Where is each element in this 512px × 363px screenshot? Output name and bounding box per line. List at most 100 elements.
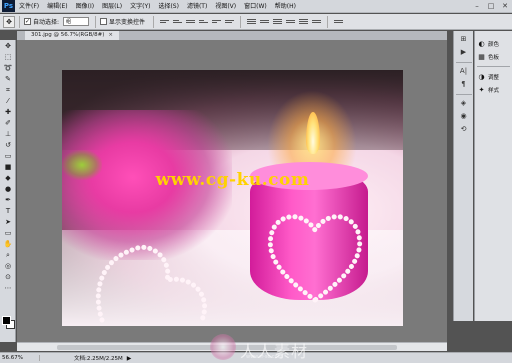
eraser-tool-icon[interactable]: ▭	[1, 151, 15, 161]
divider	[455, 94, 472, 95]
minimize-button[interactable]: –	[470, 0, 484, 12]
menu-image[interactable]: 图像(I)	[72, 0, 98, 13]
menu-help[interactable]: 帮助(H)	[271, 0, 300, 13]
blur-tool-icon[interactable]: ◆	[1, 173, 15, 183]
canvas-area: www.cg-ku.com	[17, 40, 447, 342]
paragraph-icon[interactable]: ¶	[457, 79, 471, 89]
styles-icon: ✦	[478, 85, 485, 94]
foreground-color-swatch[interactable]	[2, 316, 11, 325]
menu-select[interactable]: 选择(S)	[154, 0, 183, 13]
distribute-bottom-icon[interactable]	[273, 17, 283, 26]
align-vcenter-icon[interactable]	[173, 17, 183, 26]
character-icon[interactable]: A|	[457, 66, 471, 76]
divider	[95, 15, 97, 28]
align-hcenter-icon[interactable]	[212, 17, 222, 26]
panel-color[interactable]: ◐ 颜色	[475, 37, 512, 50]
photoshop-logo: Ps	[2, 0, 15, 12]
paths-icon[interactable]: ⟲	[457, 124, 471, 134]
menu-view[interactable]: 视图(V)	[211, 0, 240, 13]
panel-adjustments-label: 调整	[488, 74, 500, 81]
document-tab[interactable]: 301.jpg @ 56.7%(RGB/8#) ×	[25, 31, 119, 40]
align-left-icon[interactable]	[199, 17, 209, 26]
zoom-level[interactable]: 56.67%	[0, 355, 40, 361]
divider	[153, 15, 155, 28]
divider	[477, 66, 510, 67]
document-tab-bar: 301.jpg @ 56.7%(RGB/8#) ×	[17, 31, 447, 40]
healing-brush-icon[interactable]: ✚	[1, 107, 15, 117]
distribute-left-icon[interactable]	[286, 17, 296, 26]
menu-window[interactable]: 窗口(W)	[240, 0, 271, 13]
pen-tool-icon[interactable]: ✒	[1, 195, 15, 205]
3d-orbit-icon[interactable]: ⊙	[1, 272, 15, 282]
move-icon[interactable]: ✥	[3, 15, 15, 28]
site-watermark-url: www.rr-sc.com	[246, 354, 283, 360]
options-bar: ✥ ✓ 自动选择: 组 显示变换控件	[0, 14, 512, 30]
menu-filter[interactable]: 滤镜(T)	[183, 0, 211, 13]
close-icon[interactable]: ×	[108, 32, 113, 38]
brush-tool-icon[interactable]: ✐	[1, 118, 15, 128]
more-tools-icon[interactable]: ⋯	[1, 283, 15, 293]
path-select-icon[interactable]: ➤	[1, 217, 15, 227]
clone-stamp-icon[interactable]: ⊥	[1, 129, 15, 139]
auto-select-checkbox[interactable]: ✓	[24, 18, 31, 25]
menu-edit[interactable]: 编辑(E)	[43, 0, 71, 13]
panel-adjustments[interactable]: ◑ 调整	[475, 70, 512, 83]
actions-icon[interactable]: ▶	[457, 47, 471, 57]
document-image[interactable]: www.cg-ku.com	[62, 70, 403, 326]
menu-file[interactable]: 文件(F)	[15, 0, 43, 13]
divider	[240, 15, 242, 28]
panel-color-label: 颜色	[488, 41, 500, 48]
zoom-tool-icon[interactable]: ⌕	[1, 250, 15, 260]
panel-swatches-label: 色板	[488, 54, 500, 61]
menu-layer[interactable]: 图层(L)	[98, 0, 126, 13]
divider	[455, 62, 472, 63]
swatches-icon: ▦	[478, 52, 485, 61]
crop-tool-icon[interactable]: ⌗	[1, 85, 15, 95]
shape-tool-icon[interactable]: ▭	[1, 228, 15, 238]
show-transform-label: 显示变换控件	[109, 19, 146, 26]
quick-select-tool-icon[interactable]: ✎	[1, 74, 15, 84]
distribute-right-icon[interactable]	[312, 17, 322, 26]
adjustments-icon: ◑	[478, 72, 485, 81]
menu-type[interactable]: 文字(Y)	[126, 0, 154, 13]
auto-align-icon[interactable]	[334, 17, 344, 26]
close-button[interactable]: ✕	[498, 0, 512, 12]
move-tool-icon[interactable]: ✥	[1, 41, 15, 51]
maximize-button[interactable]: □	[484, 0, 498, 12]
lasso-tool-icon[interactable]: ➰	[1, 63, 15, 73]
site-watermark-logo	[210, 334, 236, 360]
history-brush-icon[interactable]: ↺	[1, 140, 15, 150]
eyedropper-tool-icon[interactable]: ⁄	[1, 96, 15, 106]
divider	[327, 15, 329, 28]
type-tool-icon[interactable]: T	[1, 206, 15, 216]
panels-dock: ◐ 颜色 ▦ 色板 ◑ 调整 ✦ 样式	[474, 31, 512, 321]
dodge-tool-icon[interactable]: ●	[1, 184, 15, 194]
tools-panel: ✥ ⬚ ➰ ✎ ⌗ ⁄ ✚ ✐ ⊥ ↺ ▭ ■ ◆ ● ✒ T ➤ ▭ ✋ ⌕ …	[0, 40, 16, 342]
document-tab-label: 301.jpg @ 56.7%(RGB/8#)	[31, 32, 105, 38]
panel-styles[interactable]: ✦ 样式	[475, 83, 512, 96]
distribute-hcenter-icon[interactable]	[299, 17, 309, 26]
image-pearl-loop	[95, 244, 207, 323]
window-controls: – □ ✕	[470, 0, 512, 13]
distribute-vcenter-icon[interactable]	[260, 17, 270, 26]
align-right-icon[interactable]	[225, 17, 235, 26]
history-icon[interactable]: ⊞	[457, 34, 471, 44]
3d-rotate-icon[interactable]: ◎	[1, 261, 15, 271]
channels-icon[interactable]: ◉	[457, 111, 471, 121]
color-icon: ◐	[478, 39, 485, 48]
divider	[19, 15, 20, 28]
align-top-icon[interactable]	[160, 17, 170, 26]
gradient-tool-icon[interactable]: ■	[1, 162, 15, 172]
align-bottom-icon[interactable]	[186, 17, 196, 26]
layers-icon[interactable]: ◈	[457, 98, 471, 108]
auto-select-label: 自动选择:	[33, 19, 60, 26]
panel-swatches[interactable]: ▦ 色板	[475, 50, 512, 63]
status-menu-arrow-icon[interactable]: ▶	[127, 355, 132, 362]
auto-select-dropdown[interactable]: 组	[63, 17, 90, 26]
image-overlay-text: www.cg-ku.com	[155, 170, 310, 190]
marquee-tool-icon[interactable]: ⬚	[1, 52, 15, 62]
distribute-top-icon[interactable]	[247, 17, 257, 26]
hand-tool-icon[interactable]: ✋	[1, 239, 15, 249]
show-transform-checkbox[interactable]	[100, 18, 108, 25]
document-size-info: 文档:2.25M/2.25M	[74, 356, 123, 362]
